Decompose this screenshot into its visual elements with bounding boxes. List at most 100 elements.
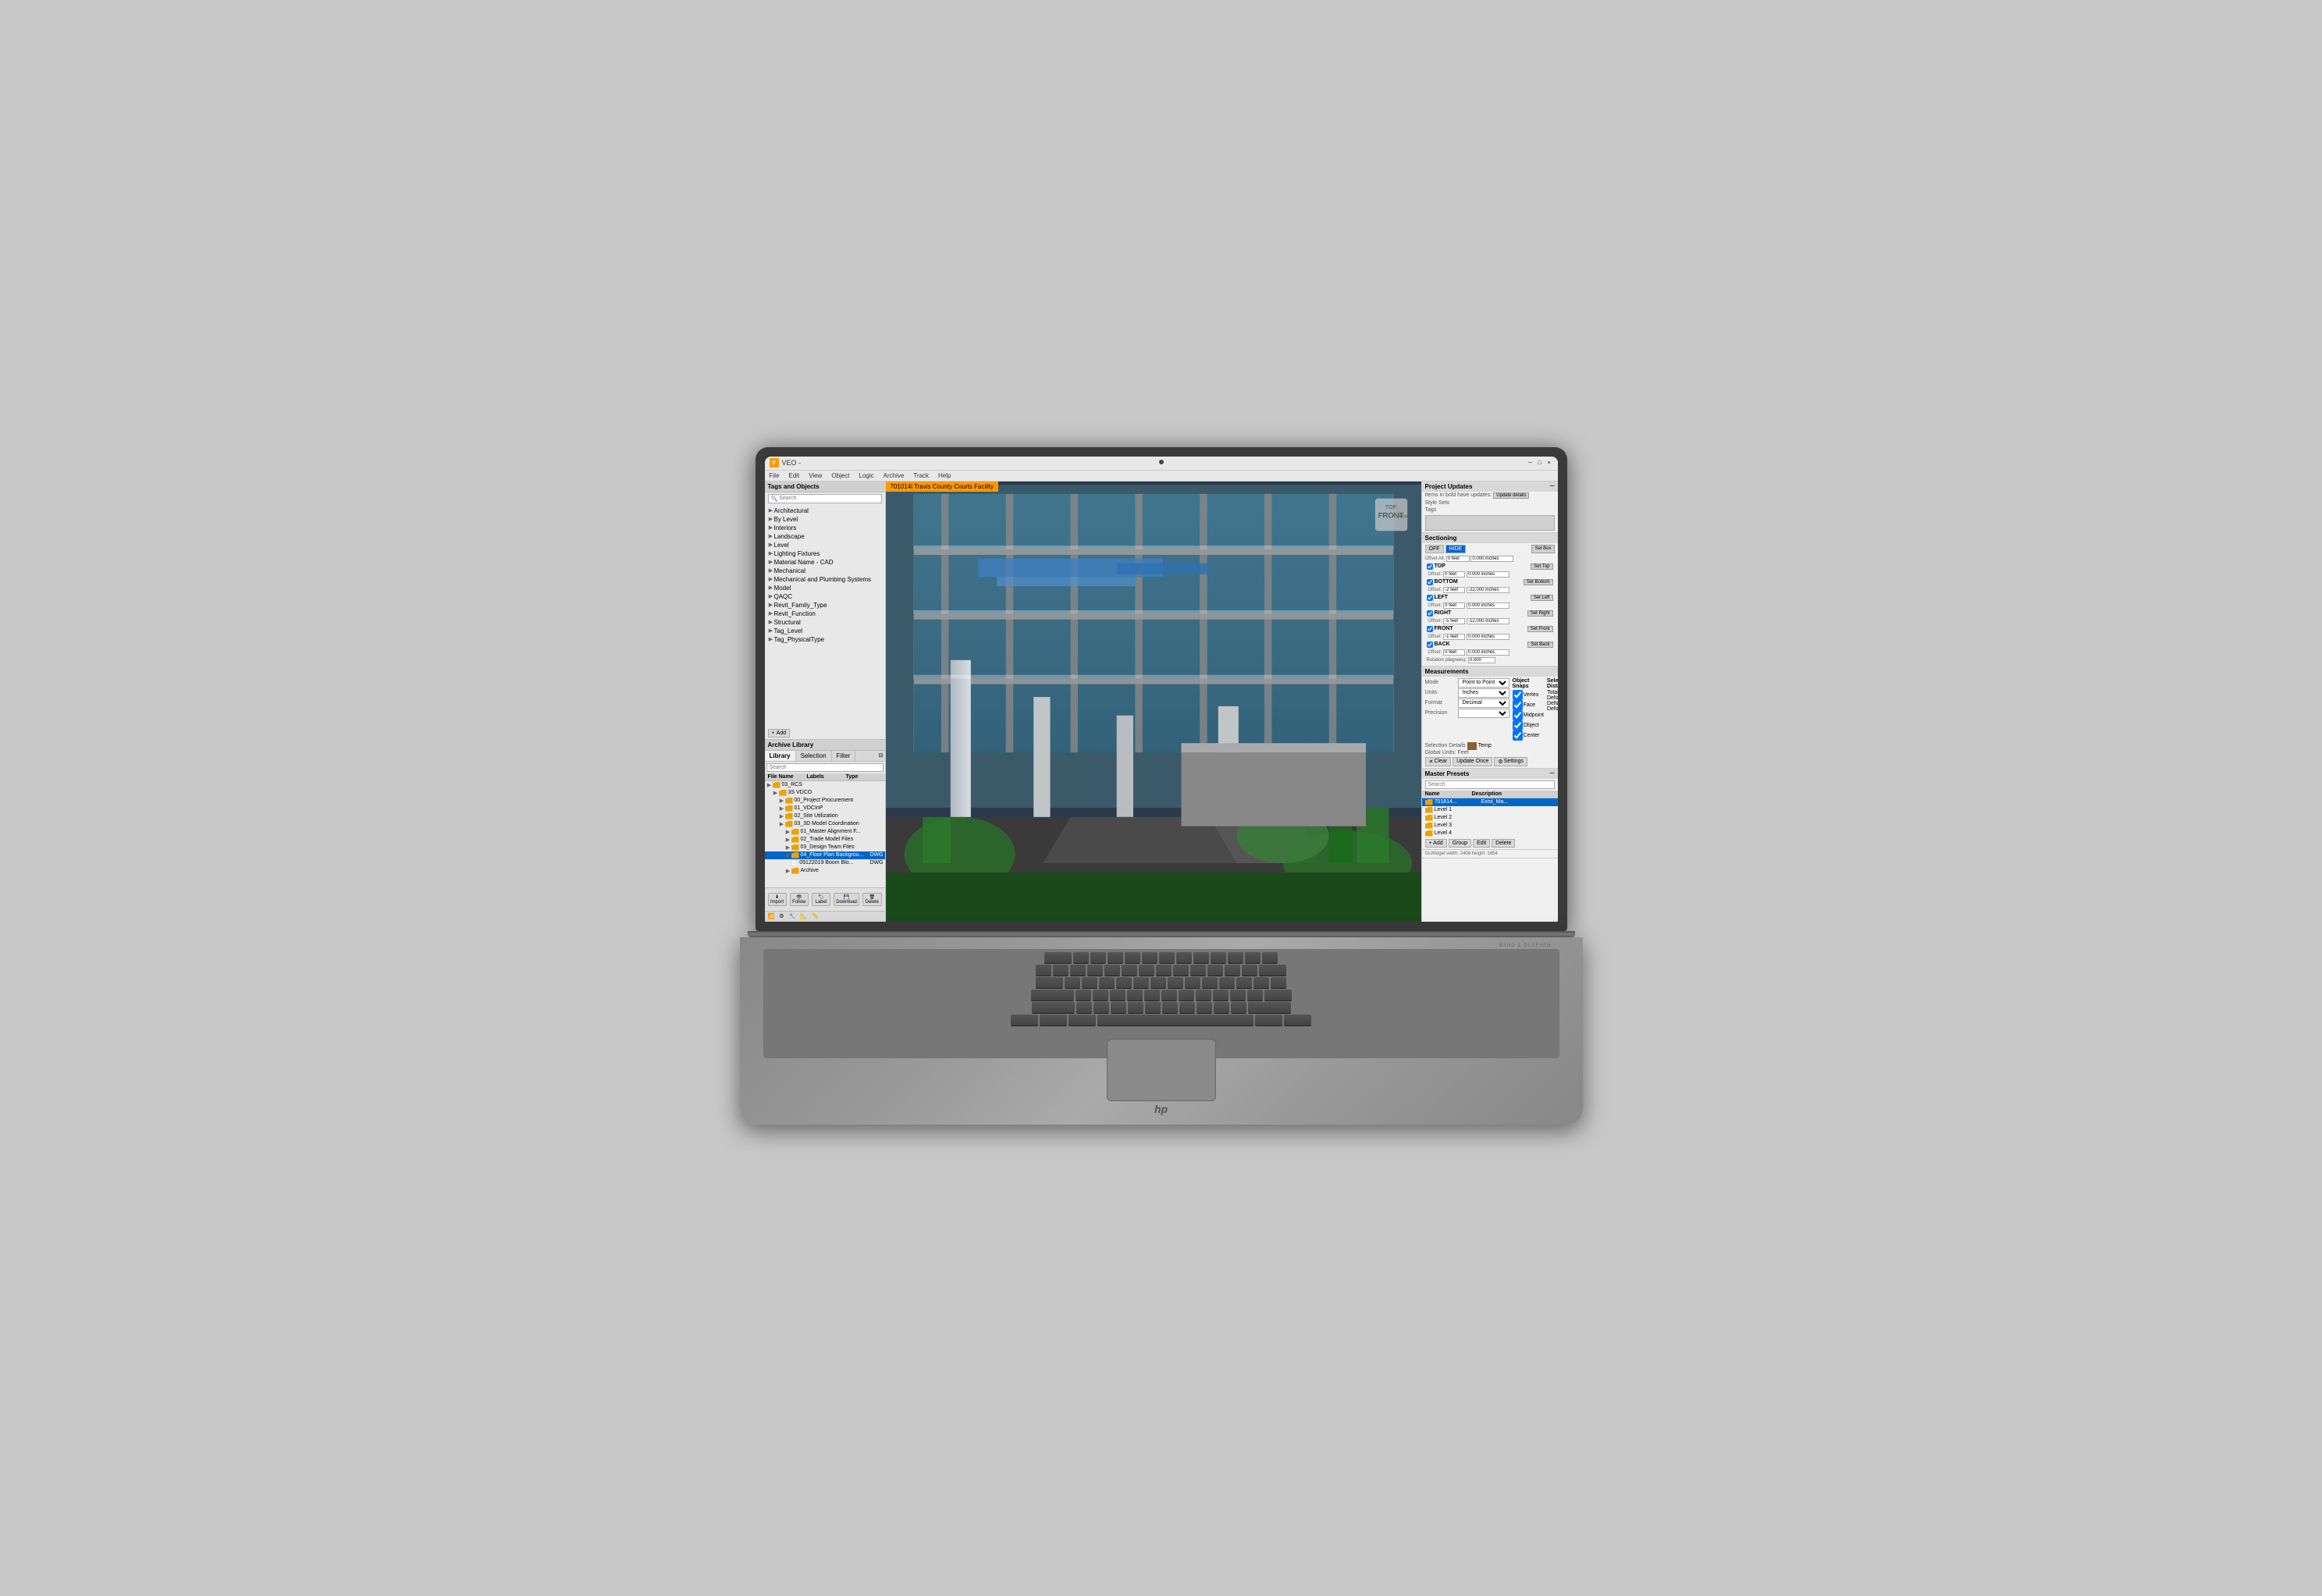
key-ralt[interactable]: [1255, 1015, 1282, 1025]
key-esc[interactable]: [1044, 952, 1072, 963]
preset-delete-button[interactable]: Delete: [1492, 839, 1515, 848]
set-front-button[interactable]: Set Front: [1527, 626, 1553, 632]
key-equals[interactable]: [1242, 965, 1257, 976]
key-v[interactable]: [1128, 1002, 1143, 1013]
minimize-button[interactable]: ─: [1527, 459, 1534, 467]
key-slash[interactable]: [1231, 1002, 1246, 1013]
add-tag-button[interactable]: + Add: [768, 729, 791, 738]
delete-button[interactable]: 🗑 Delete: [862, 893, 881, 906]
menu-edit[interactable]: Edit: [787, 472, 801, 479]
key-capslock[interactable]: [1031, 990, 1074, 1001]
tree-item-tag-level[interactable]: ▶ Tag_Level: [766, 627, 884, 635]
key-0[interactable]: [1207, 965, 1223, 976]
key-p[interactable]: [1219, 977, 1235, 988]
key-n[interactable]: [1162, 1002, 1178, 1013]
file-row-00procurement[interactable]: ▶ 00_Project Procurement: [765, 797, 885, 805]
tree-item-architectural[interactable]: ▶ Architectural: [766, 507, 884, 515]
presets-search-input[interactable]: [1425, 780, 1555, 789]
update-once-button[interactable]: Update Once: [1453, 757, 1492, 766]
set-top-button[interactable]: Set Top: [1531, 563, 1552, 570]
key-z[interactable]: [1076, 1002, 1092, 1013]
key-s[interactable]: [1093, 990, 1108, 1001]
filter-icon[interactable]: ⊟: [877, 751, 885, 761]
right-checkbox[interactable]: [1427, 610, 1433, 617]
key-alt[interactable]: [1069, 1015, 1096, 1025]
format-select[interactable]: Decimal: [1458, 698, 1509, 708]
key-space[interactable]: [1097, 1015, 1253, 1025]
set-right-button[interactable]: Set Right: [1527, 610, 1553, 617]
snap-midpoint-checkbox[interactable]: [1513, 710, 1523, 720]
tree-item-mep[interactable]: ▶ Mechanical and Plumbing Systems: [766, 575, 884, 584]
file-row-09122019[interactable]: 📄 09122019 Boom Blo... DWG: [765, 859, 885, 867]
snap-center-checkbox[interactable]: [1513, 730, 1523, 741]
key-rbrace[interactable]: [1253, 977, 1269, 988]
offset-all-inches[interactable]: [1470, 556, 1513, 562]
back-offset-inches[interactable]: [1467, 649, 1509, 656]
file-row-archive[interactable]: ▶ Archive: [765, 867, 885, 875]
set-left-button[interactable]: Set Left: [1531, 595, 1553, 601]
key-w[interactable]: [1082, 977, 1097, 988]
preset-add-button[interactable]: + Add: [1425, 839, 1447, 848]
key-x[interactable]: [1093, 1002, 1109, 1013]
tree-item-revit-function[interactable]: ▶ Revit_Function: [766, 610, 884, 618]
front-checkbox[interactable]: [1427, 626, 1433, 632]
key-f8[interactable]: [1193, 952, 1209, 963]
file-row-01master[interactable]: ▶ 01_Master Alignment F...: [765, 828, 885, 836]
tree-item-revit-family[interactable]: ▶ Revit_Family_Type: [766, 601, 884, 610]
key-lbrace[interactable]: [1236, 977, 1252, 988]
key-rctrl[interactable]: [1284, 1015, 1311, 1025]
tree-item-bylevel[interactable]: ▶ By Level: [766, 515, 884, 524]
preset-row-level3[interactable]: Level 3: [1422, 822, 1558, 830]
key-m[interactable]: [1179, 1002, 1195, 1013]
key-5[interactable]: [1122, 965, 1137, 976]
touchpad[interactable]: [1107, 1039, 1216, 1101]
key-f2[interactable]: [1090, 952, 1106, 963]
key-tab[interactable]: [1036, 977, 1063, 988]
set-back-button[interactable]: Set Back: [1527, 642, 1552, 648]
left-checkbox[interactable]: [1427, 595, 1433, 601]
archive-search-input[interactable]: [766, 763, 884, 772]
front-offset-inches[interactable]: [1467, 634, 1509, 640]
offset-all-input[interactable]: [1446, 556, 1470, 562]
tree-item-structural[interactable]: ▶ Structural: [766, 618, 884, 627]
rotation-input[interactable]: [1468, 657, 1495, 663]
tree-item-qaqc[interactable]: ▶ QAQC: [766, 592, 884, 601]
menu-object[interactable]: Object: [830, 472, 851, 479]
key-3[interactable]: [1087, 965, 1103, 976]
top-offset-inches[interactable]: [1467, 571, 1509, 578]
key-f10[interactable]: [1228, 952, 1243, 963]
file-row-04floor[interactable]: ▶ 04_Floor Plan Backgrou... DWG: [765, 851, 885, 859]
key-2[interactable]: [1070, 965, 1086, 976]
tree-item-material[interactable]: ▶ Material Name - CAD: [766, 558, 884, 567]
follow-button[interactable]: 👁 Follow: [790, 893, 809, 906]
key-comma[interactable]: [1197, 1002, 1212, 1013]
right-offset-inches[interactable]: [1467, 618, 1509, 624]
key-7[interactable]: [1156, 965, 1172, 976]
tab-library[interactable]: Library: [765, 751, 796, 761]
key-o[interactable]: [1202, 977, 1218, 988]
key-f[interactable]: [1127, 990, 1143, 1001]
right-offset-feet[interactable]: [1443, 618, 1465, 624]
tab-selection[interactable]: Selection: [796, 751, 832, 761]
snap-vertex-checkbox[interactable]: [1513, 690, 1523, 700]
key-enter[interactable]: [1264, 990, 1292, 1001]
menu-help[interactable]: Help: [937, 472, 952, 479]
key-j[interactable]: [1179, 990, 1194, 1001]
menu-file[interactable]: File: [768, 472, 781, 479]
key-l[interactable]: [1213, 990, 1229, 1001]
snap-object-checkbox[interactable]: [1513, 720, 1523, 730]
presets-collapse-icon[interactable]: —: [1550, 771, 1555, 776]
left-offset-feet[interactable]: [1443, 602, 1465, 609]
key-f3[interactable]: [1108, 952, 1123, 963]
file-row-01vdcinp[interactable]: ▶ 01_VDCInP: [765, 805, 885, 812]
key-fn[interactable]: [1011, 1015, 1038, 1025]
key-t[interactable]: [1133, 977, 1149, 988]
import-button[interactable]: ⬇ Import: [768, 893, 787, 906]
menu-track[interactable]: Track: [912, 472, 930, 479]
preset-edit-button[interactable]: Edit: [1473, 839, 1490, 848]
key-minus[interactable]: [1225, 965, 1240, 976]
key-e[interactable]: [1099, 977, 1115, 988]
section-off-button[interactable]: OFF: [1425, 545, 1444, 553]
key-period[interactable]: [1214, 1002, 1229, 1013]
key-f9[interactable]: [1211, 952, 1226, 963]
